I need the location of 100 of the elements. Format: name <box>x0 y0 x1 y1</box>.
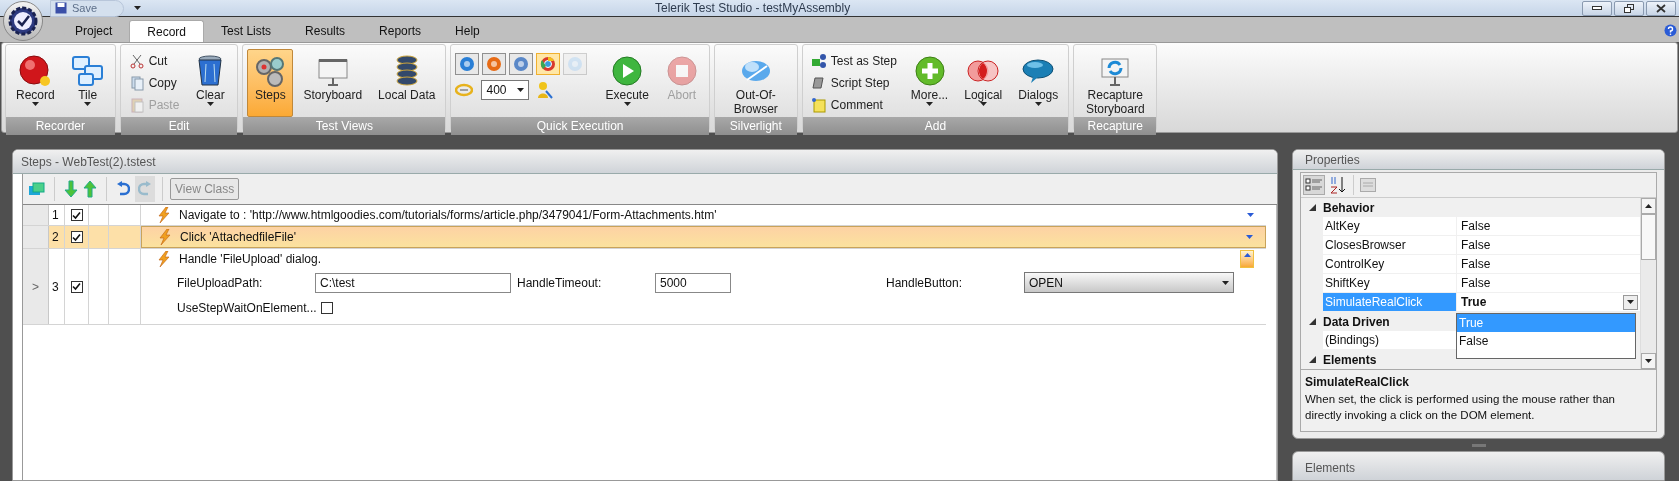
restore-icon <box>1624 3 1634 13</box>
ribbon-tab[interactable]: Project <box>58 20 130 42</box>
property-value-cell[interactable]: False <box>1457 274 1640 292</box>
safari-icon <box>513 56 530 72</box>
field-label: HandleTimeout: <box>517 274 603 292</box>
play-icon <box>610 54 645 88</box>
dropdown-button[interactable] <box>1623 294 1638 310</box>
ribbon-large-button[interactable]: More... <box>904 49 955 117</box>
record-icon <box>18 54 53 88</box>
description-text: When set, the click is performed using the mouse rather than directly invoking a click on the DOM element. <box>1305 392 1616 423</box>
text-field[interactable]: C:\test <box>315 272 511 293</box>
ribbon-large-button[interactable]: Local Data <box>372 49 442 117</box>
ribbon-large-button[interactable]: Tile <box>64 49 111 117</box>
ribbon-tab[interactable]: Test Lists <box>204 20 289 42</box>
property-value-cell[interactable]: False <box>1457 217 1640 235</box>
clipboard-icon <box>128 96 145 113</box>
minimize-button[interactable] <box>1582 0 1612 16</box>
ribbon-tab[interactable]: Results <box>288 20 363 42</box>
property-name[interactable]: (Bindings) <box>1323 331 1457 349</box>
dropdown-field[interactable]: OPEN <box>1024 272 1234 293</box>
checkbox[interactable] <box>70 280 83 293</box>
property-value: False <box>1461 237 1491 254</box>
arrow-down-icon[interactable] <box>64 180 78 198</box>
close-button[interactable] <box>1646 0 1676 16</box>
restore-button[interactable] <box>1614 0 1644 16</box>
caret-icon <box>926 102 934 106</box>
ribbon-tab[interactable]: Record <box>129 20 205 42</box>
step-number: 2 <box>52 229 59 246</box>
ribbon-small-button[interactable]: Cut <box>124 51 184 70</box>
caret-up-icon[interactable] <box>1645 204 1652 208</box>
current-row-marker: > <box>32 278 39 296</box>
collapse-button[interactable] <box>1240 250 1254 268</box>
description-title: SimulateRealClick <box>1305 374 1411 391</box>
categorized-icon[interactable] <box>1303 175 1325 195</box>
browser-button[interactable] <box>536 53 561 75</box>
ribbon-large-button[interactable]: Execute <box>599 49 655 117</box>
checkbox[interactable] <box>320 302 333 314</box>
caret-icon <box>84 102 92 106</box>
property-name[interactable]: ControlKey <box>1323 255 1457 273</box>
text-field[interactable]: 5000 <box>655 272 731 293</box>
window-title: Telerik Test Studio - testMyAssembly <box>655 0 851 17</box>
help-icon[interactable] <box>1664 24 1677 37</box>
dropdown-option[interactable]: False <box>1457 332 1635 350</box>
property-name[interactable]: ClosesBrowser <box>1323 236 1457 254</box>
ribbon-small-button[interactable]: Script Step <box>806 73 901 92</box>
ribbon-large-button[interactable]: Storyboard <box>297 49 369 117</box>
ribbon-tab[interactable]: Reports <box>362 20 439 42</box>
ribbon-large-button[interactable]: Logical <box>958 49 1009 117</box>
scissors-icon <box>128 52 145 69</box>
step-number: 3 <box>52 278 59 296</box>
property-value-cell[interactable]: True <box>1457 293 1640 311</box>
caret-icon <box>1247 213 1254 217</box>
property-value: True <box>1461 294 1487 311</box>
browser-button[interactable] <box>482 53 507 75</box>
property-name[interactable]: AltKey <box>1323 217 1457 235</box>
ribbon-group-label: Add <box>802 117 1069 135</box>
step-row[interactable]: Navigate to : 'http://www.htmlgoodies.com/tutorials/forms/article.php/3479041/Form-Attachments.htm' <box>141 205 1266 225</box>
step-row[interactable]: Click 'AttachedfileFile' <box>141 226 1266 248</box>
scrollbar[interactable] <box>1640 198 1656 369</box>
ribbon-tab[interactable]: Help <box>438 20 497 42</box>
ribbon-small-button[interactable]: Comment <box>806 95 901 114</box>
checkbox[interactable] <box>70 231 83 243</box>
ribbon-large-button[interactable]: Steps <box>247 49 294 117</box>
checkbox[interactable] <box>70 209 83 221</box>
property-value-cell[interactable]: False <box>1457 255 1640 273</box>
panel-title: Steps - WebTest(2).tstest <box>21 153 156 171</box>
arrow-up-icon[interactable] <box>83 180 97 198</box>
caret-icon <box>134 6 142 10</box>
firefox-icon <box>486 56 503 72</box>
ribbon-large-button[interactable]: Clear <box>187 49 234 117</box>
lightning-icon <box>158 229 172 245</box>
splitter-grip[interactable] <box>1471 443 1486 447</box>
note-icon <box>810 96 827 113</box>
ie-icon <box>459 56 476 72</box>
windows-icon[interactable] <box>29 182 45 196</box>
browser-button[interactable] <box>509 53 534 75</box>
step-row[interactable]: Handle 'FileUpload' dialog. FileUploadPath: C:\test HandleTimeout: 5000 HandleButton: OPEN UseStepWaitOnElement... <box>141 249 1266 324</box>
ribbon-small-button[interactable]: Test as Step <box>806 51 901 70</box>
chrome-icon <box>540 56 557 72</box>
ribbon-large-button[interactable]: Dialogs <box>1012 49 1065 117</box>
property-value-cell[interactable]: False <box>1457 236 1640 254</box>
ribbon-large-button[interactable]: Out-Of-Browser <box>718 49 793 117</box>
property-name[interactable]: ShiftKey <box>1323 274 1457 292</box>
expand-icon <box>1308 318 1316 325</box>
sort-az-icon[interactable] <box>1329 176 1347 194</box>
plus-icon <box>912 54 947 88</box>
step-description: Navigate to : 'http://www.htmlgoodies.com/tutorials/forms/article.php/3479041/Form-Attachments.htm' <box>179 207 717 224</box>
caret-icon <box>517 88 525 92</box>
ribbon-small-button[interactable]: Copy <box>124 73 184 92</box>
undo-icon[interactable] <box>116 181 130 197</box>
ribbon-group-label: Recorder <box>6 117 115 135</box>
browser-button[interactable] <box>455 53 480 75</box>
caret-icon[interactable] <box>1645 359 1652 363</box>
caret-icon <box>1627 300 1634 304</box>
ribbon-group-label: Quick Execution <box>451 117 709 135</box>
ribbon-large-button[interactable]: Record <box>10 49 61 117</box>
speed-dropdown[interactable]: 400 <box>481 80 530 100</box>
ribbon-large-button[interactable]: Recapture Storyboard <box>1078 49 1153 117</box>
caret-icon <box>1034 102 1042 106</box>
row-gutter[interactable]: > <box>23 249 49 324</box>
